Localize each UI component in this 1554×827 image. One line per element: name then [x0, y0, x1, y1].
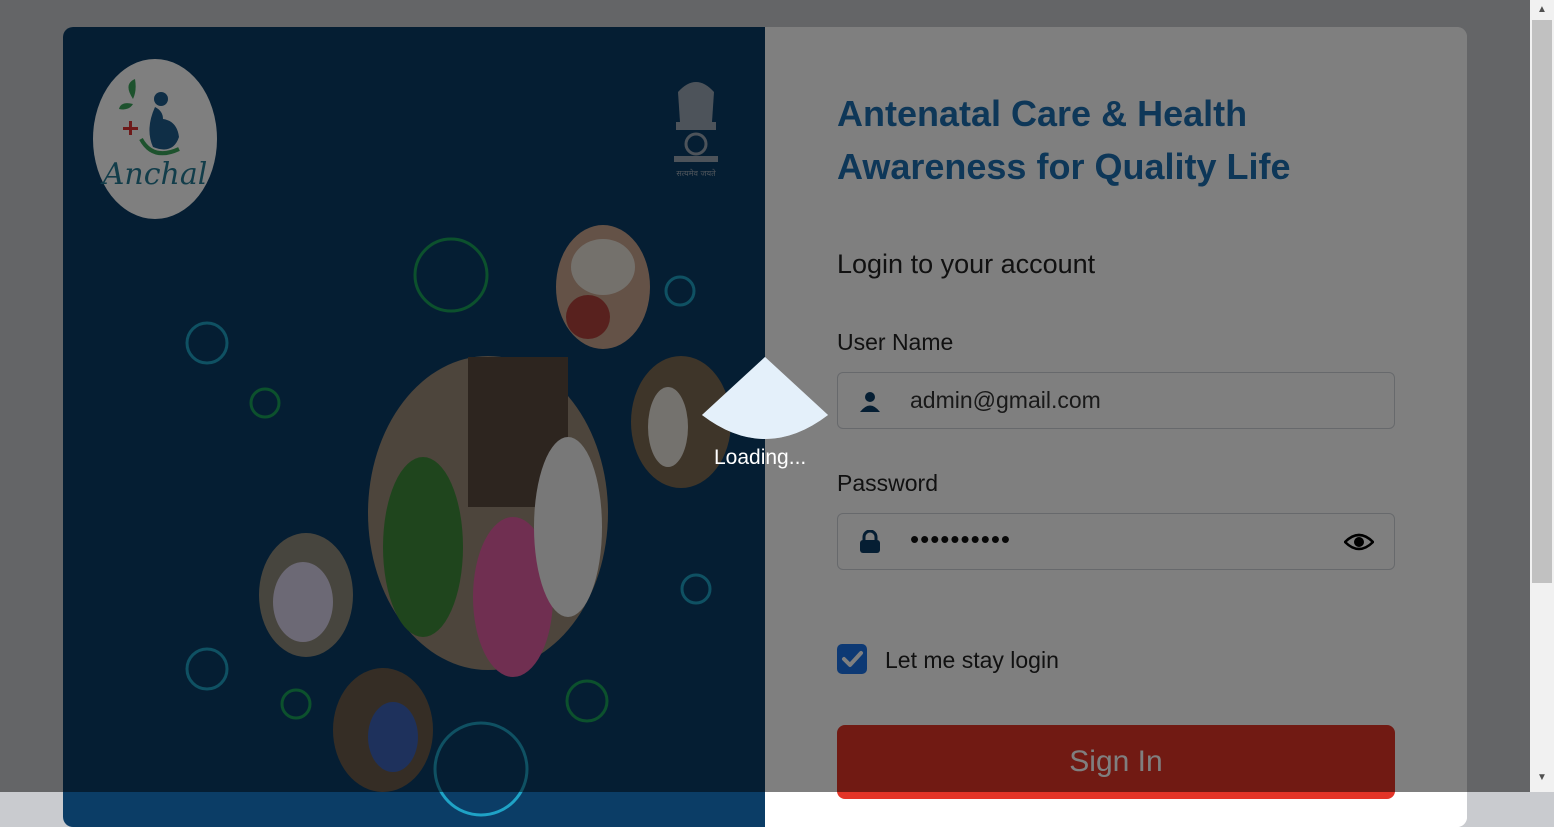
page-scrollbar[interactable]: ▲ ▼ — [1530, 0, 1554, 792]
scroll-up-arrow-icon[interactable]: ▲ — [1530, 4, 1554, 15]
loading-text: Loading... — [714, 446, 807, 469]
scrollbar-thumb[interactable] — [1532, 20, 1552, 583]
scroll-down-arrow-icon[interactable]: ▼ — [1530, 772, 1554, 783]
loading-spinner-icon — [702, 357, 828, 439]
